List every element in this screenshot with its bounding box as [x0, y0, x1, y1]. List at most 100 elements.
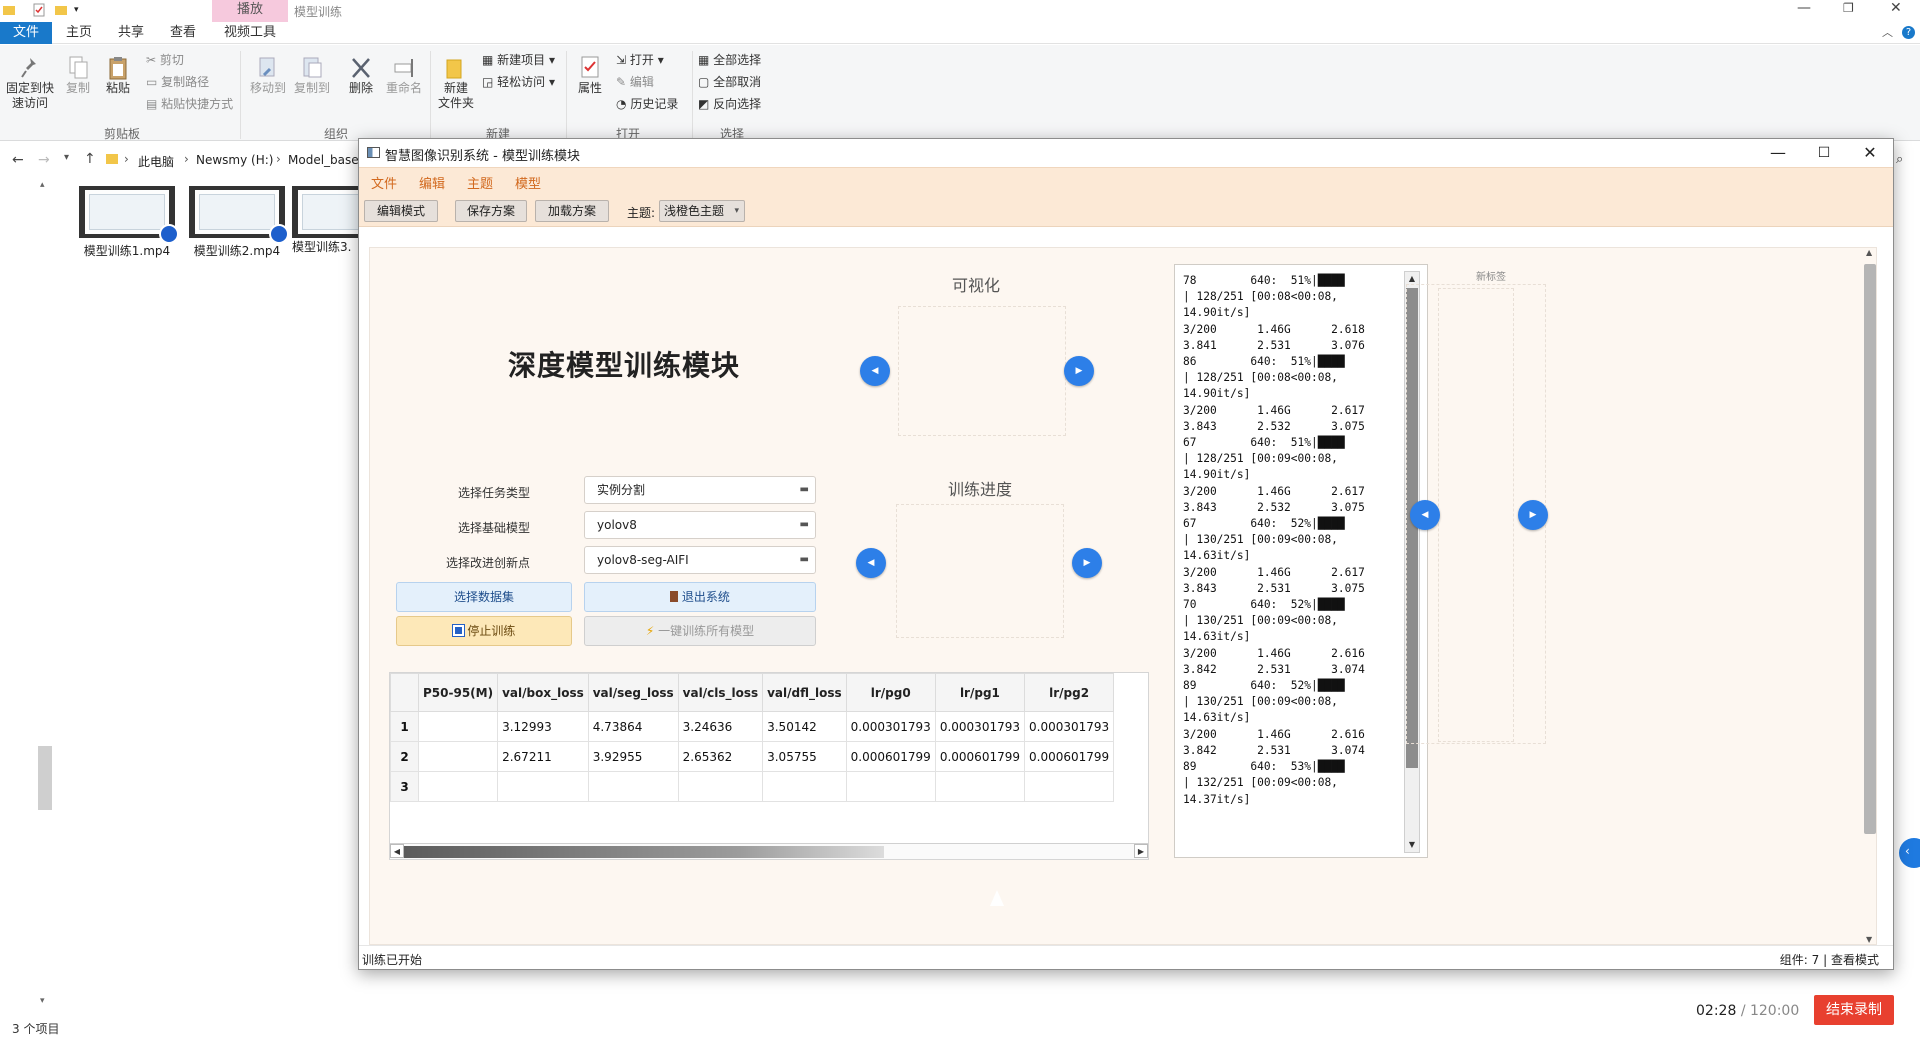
- theme-select[interactable]: 浅橙色主题 ▾: [659, 200, 745, 222]
- app-close-button[interactable]: ✕: [1847, 139, 1893, 167]
- table-row[interactable]: 3: [390, 771, 1115, 802]
- column-header[interactable]: val/seg_loss: [587, 673, 679, 712]
- paste-shortcut-button[interactable]: ▤ 粘贴快捷方式: [146, 95, 233, 113]
- table-cell[interactable]: 3.24636: [677, 711, 764, 742]
- open-button[interactable]: ⇲ 打开 ▾: [616, 51, 664, 69]
- table-cell[interactable]: [845, 771, 936, 802]
- file-item[interactable]: 模型训练1.mp4: [72, 186, 182, 259]
- delete-button[interactable]: 删除: [344, 55, 378, 96]
- scroll-left-icon[interactable]: ◀: [390, 844, 404, 858]
- canvas-vertical-scrollbar[interactable]: ▲ ▼: [1864, 248, 1876, 944]
- breadcrumb-folder[interactable]: Model_base: [288, 153, 359, 167]
- scroll-down-icon[interactable]: ▼: [1866, 935, 1872, 944]
- table-cell[interactable]: 3.50142: [762, 711, 847, 742]
- pin-quick-access-button[interactable]: 固定到快 速访问: [4, 55, 56, 111]
- app-minimize-button[interactable]: —: [1755, 139, 1801, 167]
- table-cell[interactable]: 0.000301793: [1023, 711, 1115, 742]
- task-type-select[interactable]: 实例分割 ▬: [584, 476, 816, 504]
- exit-system-button[interactable]: 退出系统: [584, 582, 816, 612]
- forward-arrow-icon[interactable]: →: [38, 152, 50, 168]
- up-arrow-icon[interactable]: ↑: [84, 151, 96, 167]
- table-horizontal-scrollbar[interactable]: ◀ ▶: [390, 843, 1148, 859]
- customize-quick-access-icon[interactable]: ▾: [74, 3, 88, 17]
- innovation-select[interactable]: yolov8-seg-AIFI ▬: [584, 546, 816, 574]
- copy-path-button[interactable]: ▭ 复制路径: [146, 73, 209, 91]
- table-cell[interactable]: 0.000601799: [1023, 741, 1115, 772]
- table-cell[interactable]: 2.65362: [677, 741, 764, 772]
- tab-video-tools[interactable]: 视频工具: [220, 22, 280, 44]
- tab-share[interactable]: 共享: [114, 22, 148, 44]
- back-arrow-icon[interactable]: ←: [12, 152, 24, 168]
- table-cell[interactable]: [934, 771, 1026, 802]
- history-button[interactable]: ◔ 历史记录: [616, 95, 678, 113]
- rename-button[interactable]: 重命名: [384, 55, 424, 96]
- column-header[interactable]: val/dfl_loss: [762, 673, 847, 712]
- breadcrumb-drive[interactable]: Newsmy (H:): [196, 153, 273, 167]
- select-all-button[interactable]: ▦ 全部选择: [698, 51, 761, 69]
- table-scrollbar-thumb[interactable]: [404, 846, 884, 858]
- table-cell[interactable]: [497, 771, 589, 802]
- canvas-scrollbar-thumb[interactable]: [1864, 264, 1876, 834]
- paste-button[interactable]: 粘贴: [102, 55, 134, 96]
- metrics-table[interactable]: P50-95(M) val/box_loss val/seg_loss val/cls…: [389, 672, 1149, 860]
- scroll-up-icon[interactable]: ▲: [1866, 248, 1872, 257]
- prev-arrow-icon[interactable]: ◀: [1410, 500, 1440, 530]
- new-folder-button[interactable]: 新建 文件夹: [436, 55, 476, 111]
- base-model-select[interactable]: yolov8 ▬: [584, 511, 816, 539]
- nav-scrollbar-thumb[interactable]: [38, 746, 52, 810]
- close-button[interactable]: ✕: [1890, 0, 1902, 16]
- table-row[interactable]: 1 3.12993 4.73864 3.24636 3.50142 0.000301793…: [390, 711, 1115, 742]
- new-item-button[interactable]: ▦ 新建项目 ▾: [482, 51, 555, 69]
- table-cell[interactable]: 2.67211: [497, 741, 589, 772]
- edit-mode-button[interactable]: 编辑模式: [364, 200, 438, 222]
- help-icon[interactable]: ?: [1902, 26, 1915, 39]
- recent-locations-icon[interactable]: ▾: [64, 152, 69, 163]
- file-item[interactable]: 模型训练2.mp4: [182, 186, 292, 259]
- column-header[interactable]: lr/pg1: [934, 673, 1026, 712]
- copy-to-button[interactable]: 复制到: [292, 55, 332, 96]
- stop-training-button[interactable]: 停止训练: [396, 616, 572, 646]
- load-plan-button[interactable]: 加载方案: [535, 200, 609, 222]
- search-icon[interactable]: ⌕: [1896, 152, 1903, 167]
- properties-button[interactable]: 属性: [572, 55, 608, 96]
- menu-theme[interactable]: 主题: [467, 173, 493, 192]
- stop-recording-button[interactable]: 结束录制: [1814, 995, 1894, 1025]
- next-arrow-icon[interactable]: ▶: [1518, 500, 1548, 530]
- table-cell[interactable]: [762, 771, 847, 802]
- table-cell[interactable]: 3.12993: [497, 711, 589, 742]
- scroll-up-icon[interactable]: ▴: [40, 180, 45, 190]
- properties-icon[interactable]: [32, 3, 46, 17]
- tab-file[interactable]: 文件: [0, 22, 52, 44]
- tab-home[interactable]: 主页: [62, 22, 96, 44]
- select-none-button[interactable]: ▢ 全部取消: [698, 73, 761, 91]
- table-cell[interactable]: 0.000301793: [934, 711, 1026, 742]
- table-cell[interactable]: 0.000301793: [845, 711, 936, 742]
- scroll-right-icon[interactable]: ▶: [1134, 844, 1148, 858]
- column-header[interactable]: val/box_loss: [497, 673, 589, 712]
- invert-selection-button[interactable]: ◩ 反向选择: [698, 95, 761, 113]
- breadcrumb-this-pc[interactable]: 此电脑: [138, 153, 174, 170]
- table-cell[interactable]: [1023, 771, 1115, 802]
- table-row[interactable]: 2 2.67211 3.92955 2.65362 3.05755 0.000601799…: [390, 741, 1115, 772]
- table-cell[interactable]: [587, 771, 679, 802]
- prev-arrow-icon[interactable]: ◀: [856, 548, 886, 578]
- table-cell[interactable]: [417, 741, 499, 772]
- app-maximize-button[interactable]: ☐: [1801, 139, 1847, 167]
- save-plan-button[interactable]: 保存方案: [455, 200, 527, 222]
- table-cell[interactable]: 3.05755: [762, 741, 847, 772]
- training-log-panel[interactable]: 78 640: 51%|████ | 128/251 [00:08<00:08, 1…: [1174, 264, 1428, 858]
- table-cell[interactable]: [417, 771, 499, 802]
- scroll-down-icon[interactable]: ▾: [40, 996, 45, 1006]
- context-tab-play[interactable]: 播放: [212, 0, 288, 22]
- table-cell[interactable]: 4.73864: [587, 711, 679, 742]
- edit-button[interactable]: ✎ 编辑: [616, 73, 654, 91]
- menu-model[interactable]: 模型: [515, 173, 541, 192]
- next-arrow-icon[interactable]: ▶: [1072, 548, 1102, 578]
- prev-arrow-icon[interactable]: ◀: [860, 356, 890, 386]
- file-item[interactable]: 模型训练3.: [292, 186, 358, 255]
- table-cell[interactable]: [417, 711, 499, 742]
- side-panel-handle-icon[interactable]: ‹: [1899, 838, 1920, 868]
- table-cell[interactable]: [677, 771, 764, 802]
- cut-button[interactable]: ✂ 剪切: [146, 51, 184, 69]
- copy-button[interactable]: 复制: [62, 55, 94, 96]
